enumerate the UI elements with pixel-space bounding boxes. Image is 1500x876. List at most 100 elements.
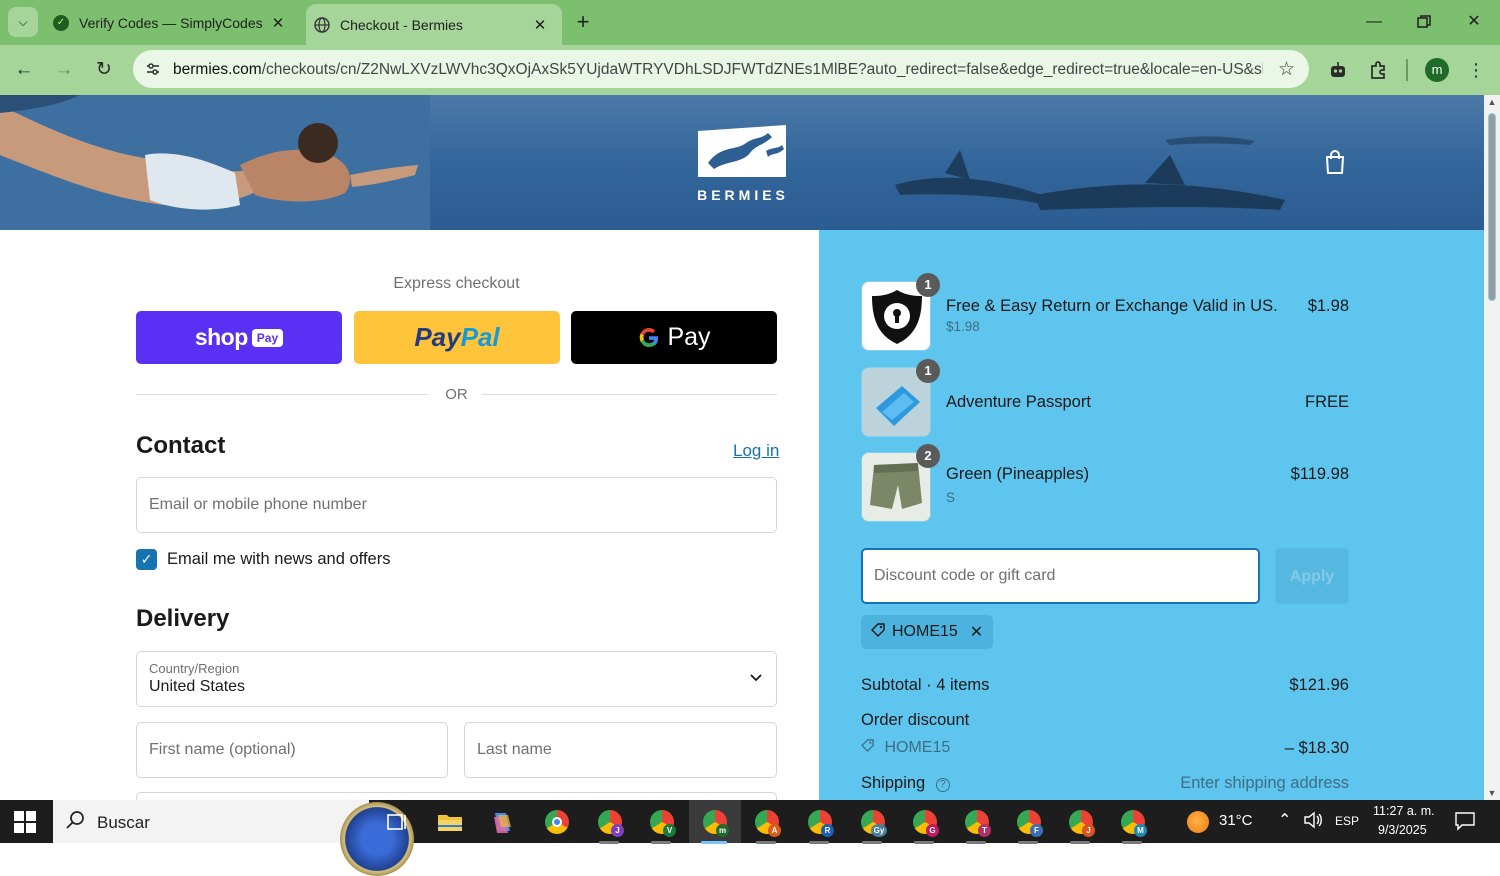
windows-start-icon[interactable] xyxy=(14,811,36,833)
url-text: bermies.com/checkouts/cn/Z2NwLXVzLWVhc3Q… xyxy=(173,61,1263,79)
log-in-link[interactable]: Log in xyxy=(733,441,779,461)
contact-heading: Contact xyxy=(136,432,226,459)
shop-pay-wordmark: shop xyxy=(194,324,248,350)
country-select[interactable]: Country/Region United States xyxy=(136,651,777,707)
close-window-icon[interactable]: ✕ xyxy=(1454,8,1494,36)
close-tab-icon[interactable]: ✕ xyxy=(530,16,550,34)
copilot-icon[interactable] xyxy=(486,806,518,838)
chrome-profile-r-icon[interactable]: R xyxy=(803,806,835,844)
browser-tab-bar: ⌵ ✓ Verify Codes — SimplyCodes ✕ Checkou… xyxy=(0,0,1500,45)
subtotal-label: Subtotal · 4 items xyxy=(861,676,990,694)
delivery-heading: Delivery xyxy=(136,605,230,632)
chrome-profile-m-icon[interactable]: m xyxy=(698,806,730,844)
scroll-down-arrow-icon[interactable]: ▼ xyxy=(1486,788,1498,798)
paypal-button[interactable]: PayPal xyxy=(354,311,560,364)
clock-date[interactable]: 9/3/2025 xyxy=(1378,823,1427,837)
language-indicator[interactable]: ESP xyxy=(1335,814,1359,828)
discount-code-label: HOME15 xyxy=(884,739,951,756)
chrome-profile-j2-icon[interactable]: J xyxy=(1064,806,1096,844)
chrome-profile-a-icon[interactable]: A xyxy=(750,806,782,844)
remove-code-close-icon[interactable]: ✕ xyxy=(970,622,983,642)
tab-simplycodes[interactable]: ✓ Verify Codes — SimplyCodes ✕ xyxy=(45,0,300,45)
chrome-profile-m2-icon[interactable]: M xyxy=(1116,806,1148,844)
item-name: Green (Pineapples) xyxy=(946,465,1090,483)
scroll-up-arrow-icon[interactable]: ▲ xyxy=(1486,97,1498,107)
menu-kebab-icon[interactable]: ⋮ xyxy=(1463,57,1489,83)
weather-sun-icon[interactable] xyxy=(1187,811,1209,833)
chrome-profile-v-icon[interactable]: V xyxy=(645,806,677,844)
url-host: bermies.com xyxy=(173,61,262,78)
shop-pay-chip: Pay xyxy=(251,328,284,347)
item-price: $119.98 xyxy=(1290,465,1349,483)
item-name: Adventure Passport xyxy=(946,393,1091,411)
speaker-volume-icon[interactable] xyxy=(1303,811,1323,834)
temperature-label[interactable]: 31°C xyxy=(1219,812,1253,829)
chrome-icon[interactable] xyxy=(540,806,572,838)
bermies-mermaid-logo-icon xyxy=(698,125,786,177)
minimize-window-icon[interactable]: — xyxy=(1354,8,1394,36)
shop-pay-button[interactable]: shop Pay xyxy=(136,311,342,364)
google-pay-button[interactable]: Pay xyxy=(571,311,777,364)
forward-arrow-icon[interactable]: → xyxy=(50,56,78,84)
tab-search-button[interactable]: ⌵ xyxy=(8,7,38,37)
restore-window-icon[interactable] xyxy=(1404,8,1444,36)
order-discount-row: Order discount xyxy=(861,711,1349,730)
question-circle-icon[interactable]: ? xyxy=(935,778,950,792)
line-item: 1 Free & Easy Return or Exchange Valid i… xyxy=(861,273,1349,351)
extensions-puzzle-icon[interactable] xyxy=(1366,57,1392,83)
checkmark-icon[interactable]: ✓ xyxy=(136,549,157,570)
apply-discount-button[interactable]: Apply xyxy=(1275,548,1349,604)
search-icon xyxy=(65,810,85,835)
chevron-down-icon xyxy=(750,670,762,685)
back-arrow-icon[interactable]: ← xyxy=(10,56,38,84)
clock-time[interactable]: 11:27 a. m. xyxy=(1373,804,1435,818)
shopping-bag-icon[interactable] xyxy=(1323,149,1347,175)
toolbar-divider xyxy=(1406,59,1408,81)
reload-icon[interactable]: ↻ xyxy=(90,56,118,84)
shipping-label: Shipping xyxy=(861,774,926,792)
chrome-profile-gy-icon[interactable]: Gy xyxy=(856,806,888,844)
subtotal-value: $121.96 xyxy=(1289,676,1349,694)
item-variant: S xyxy=(946,490,956,505)
google-pay-wordmark: Pay xyxy=(637,323,711,352)
shipping-row: Shipping ? Enter shipping address xyxy=(861,774,1349,793)
chrome-profile-j-icon[interactable]: J xyxy=(593,806,625,844)
chevron-up-icon[interactable]: ⌃ xyxy=(1278,810,1291,830)
address-field[interactable] xyxy=(136,792,777,800)
email-placeholder: Email or mobile phone number xyxy=(149,496,367,513)
chrome-profile-g-icon[interactable]: G xyxy=(908,806,940,844)
discount-code-row: HOME15 – $18.30 xyxy=(861,739,1349,757)
item-price: $1.98 xyxy=(1307,297,1349,315)
address-bar[interactable]: bermies.com/checkouts/cn/Z2NwLXVzLWVhc3Q… xyxy=(133,50,1309,88)
discount-code-input[interactable]: Discount code or gift card xyxy=(861,548,1260,604)
page-scrollbar[interactable]: ▲ ▼ xyxy=(1484,95,1500,800)
tag-icon xyxy=(861,739,879,756)
browser-toolbar: ← → ↻ bermies.com/checkouts/cn/Z2NwLXVzL… xyxy=(0,45,1500,95)
first-name-placeholder: First name (optional) xyxy=(149,741,296,758)
tab-bermies-checkout[interactable]: Checkout - Bermies ✕ xyxy=(306,4,562,45)
shipping-value: Enter shipping address xyxy=(1180,774,1349,792)
notifications-icon[interactable] xyxy=(1454,811,1476,834)
close-tab-icon[interactable]: ✕ xyxy=(268,14,288,32)
chrome-profile-f-icon[interactable]: F xyxy=(1012,806,1044,844)
new-tab-plus-icon[interactable]: + xyxy=(570,9,596,35)
line-item: 1 Adventure Passport FREE xyxy=(861,359,1349,437)
newsletter-checkbox-row[interactable]: ✓ Email me with news and offers xyxy=(136,549,390,570)
file-explorer-icon[interactable] xyxy=(434,806,466,838)
task-view-icon[interactable] xyxy=(380,806,412,838)
email-field[interactable]: Email or mobile phone number xyxy=(136,477,777,533)
chrome-profile-t-icon[interactable]: T xyxy=(960,806,992,844)
extension-robot-icon[interactable] xyxy=(1325,57,1351,83)
bermies-logo[interactable]: BERMIES xyxy=(696,123,790,203)
last-name-field[interactable]: Last name xyxy=(464,722,777,778)
subtotal-row: Subtotal · 4 items $121.96 xyxy=(861,676,1349,695)
first-name-field[interactable]: First name (optional) xyxy=(136,722,448,778)
taskbar-search-box[interactable]: Buscar xyxy=(53,800,414,876)
tab-title: Checkout - Bermies xyxy=(340,16,463,33)
brand-wordmark: BERMIES xyxy=(697,187,789,203)
site-info-icon[interactable] xyxy=(141,57,165,81)
simplycodes-favicon-icon: ✓ xyxy=(53,14,69,31)
profile-avatar[interactable]: m xyxy=(1425,58,1449,82)
scrollbar-thumb[interactable] xyxy=(1488,113,1496,301)
bookmark-star-icon[interactable]: ☆ xyxy=(1278,58,1295,81)
